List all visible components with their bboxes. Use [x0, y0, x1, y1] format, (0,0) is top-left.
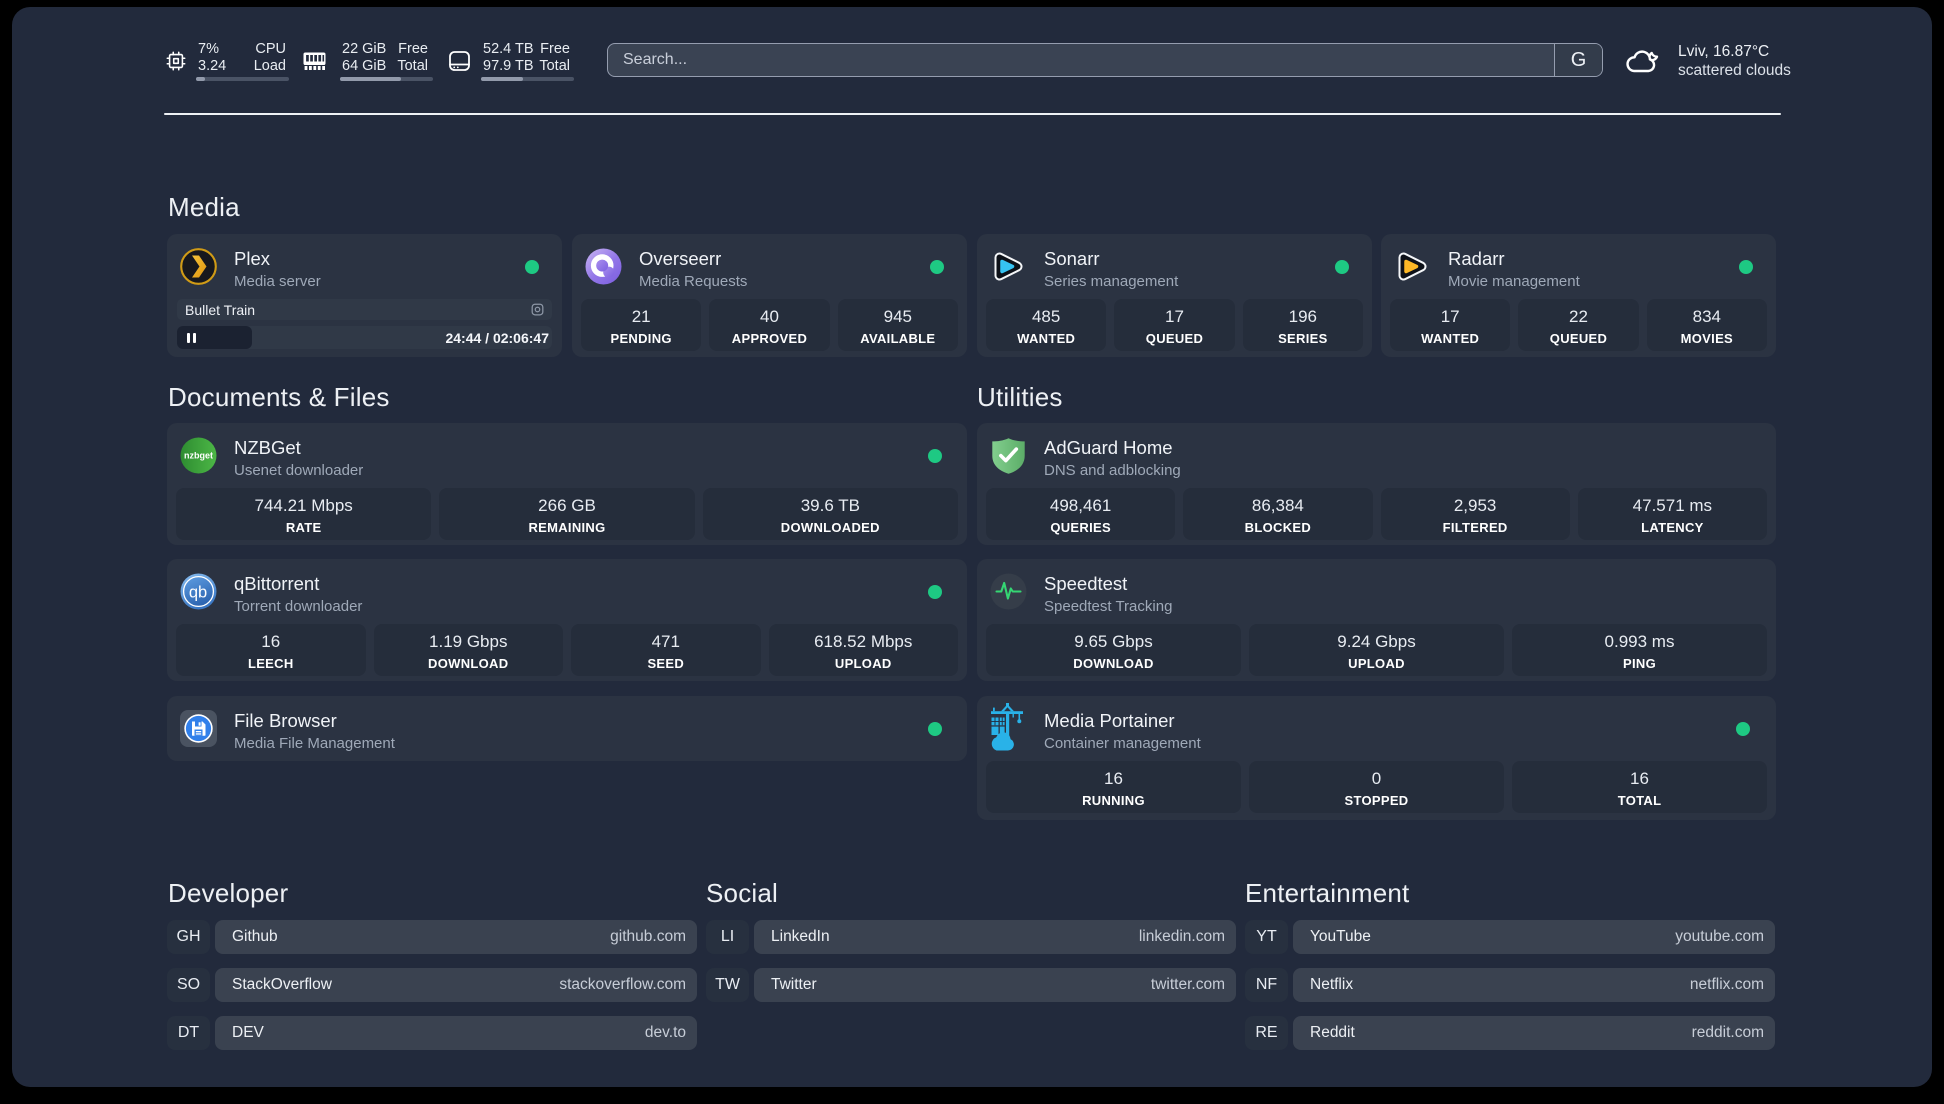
svg-text:qb: qb — [189, 584, 207, 602]
svg-text:nzbget: nzbget — [184, 451, 213, 461]
